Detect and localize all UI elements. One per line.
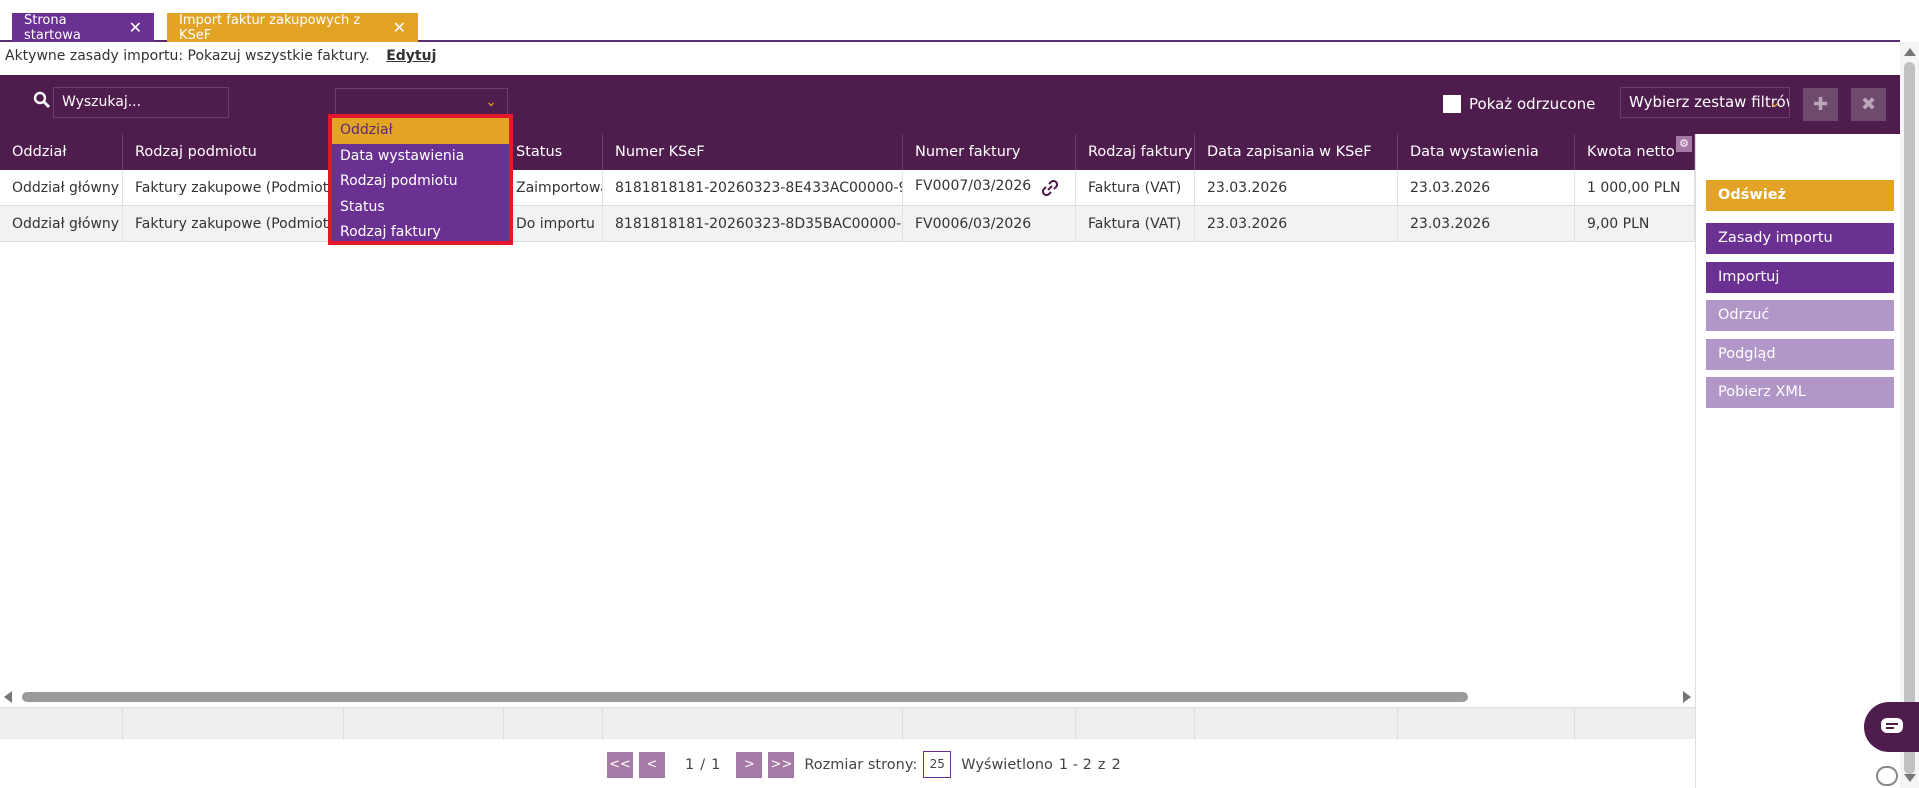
grid-toolbar: Wyszukaj... ⌄ Pokaż odrzucone Wybierz ze…: [0, 75, 1900, 134]
pagination: << < 1 / 1 > >> Rozmiar strony: 25 Wyświ…: [607, 751, 1121, 778]
table-row[interactable]: Oddział główny Faktury zakupowe (Podmiot…: [0, 206, 1695, 242]
cell-issue-date: 23.03.2026: [1398, 170, 1575, 206]
cell-invoice-type: Faktura (VAT): [1076, 206, 1195, 242]
download-xml-button[interactable]: Pobierz XML: [1706, 377, 1894, 408]
active-rules: Aktywne zasady importu: Pokazuj wszystki…: [5, 48, 436, 64]
next-page-button[interactable]: >: [736, 751, 763, 778]
column-header[interactable]: Status: [504, 134, 603, 170]
dropdown-option[interactable]: Data wystawienia: [332, 144, 509, 170]
column-header[interactable]: Data zapisania w KSeF: [1195, 134, 1398, 170]
column-header[interactable]: Numer KSeF: [603, 134, 903, 170]
shown-label: Wyświetlono: [961, 756, 1053, 773]
cell-invoice-type: Faktura (VAT): [1076, 170, 1195, 206]
cell-invoice-number: FV0006/03/2026: [903, 206, 1076, 242]
cell-branch: Oddział główny: [0, 206, 123, 242]
prev-page-button[interactable]: <: [639, 751, 665, 778]
search-icon: [33, 91, 50, 108]
tab-home[interactable]: Strona startowa ✕: [12, 12, 154, 43]
close-icon[interactable]: ✕: [129, 18, 142, 37]
add-filter-button[interactable]: ✚: [1803, 88, 1838, 121]
chevron-down-icon: ⌄: [485, 94, 497, 110]
filter-set-select[interactable]: Wybierz zestaw filtrów ⌄: [1620, 87, 1790, 118]
chevron-down-icon: ⌄: [1768, 93, 1781, 111]
group-by-dropdown: Oddział Data wystawienia Rodzaj podmiotu…: [328, 114, 513, 245]
preview-button[interactable]: Podgląd: [1706, 339, 1894, 370]
x-icon: ✖: [1860, 94, 1877, 115]
of-label: z: [1097, 756, 1106, 773]
scroll-left-icon[interactable]: [4, 691, 12, 703]
refresh-button[interactable]: Odśwież: [1706, 180, 1894, 211]
plus-icon: ✚: [1812, 94, 1829, 115]
cell-net-amount: 9,00 PLN: [1575, 206, 1695, 242]
cell-ksef-number: 8181818181-20260323-8D35BAC00000-1C: [603, 206, 903, 242]
cell-branch: Oddział główny: [0, 170, 123, 206]
search-input[interactable]: Wyszukaj...: [53, 87, 229, 118]
tab-home-label: Strona startowa: [24, 12, 81, 43]
filter-set-label: Wybierz zestaw filtrów: [1629, 93, 1790, 111]
grid-summary-row: [0, 707, 1695, 740]
column-header[interactable]: Oddział: [0, 134, 123, 170]
column-header[interactable]: Numer faktury: [903, 134, 1076, 170]
page-separator: /: [700, 756, 706, 773]
chat-mini-icon[interactable]: [1876, 766, 1898, 786]
total-pages: 1: [711, 756, 721, 773]
dropdown-option[interactable]: Oddział: [332, 118, 509, 144]
table-row[interactable]: Oddział główny Faktury zakupowe (Podmiot…: [0, 170, 1695, 206]
cell-status: Zaimportowana: [504, 170, 603, 206]
cell-issue-date: 23.03.2026: [1398, 206, 1575, 242]
grid-header: Oddział Rodzaj podmiotu Status Numer KSe…: [0, 134, 1695, 170]
dropdown-option[interactable]: Status: [332, 195, 509, 221]
current-page: 1: [685, 756, 695, 773]
cell-status: Do importu: [504, 206, 603, 242]
cell-entity-type: Faktury zakupowe (Podmiot 2): [123, 206, 344, 242]
edit-rules-link[interactable]: Edytuj: [386, 48, 436, 64]
group-by-select[interactable]: ⌄: [335, 88, 508, 115]
import-button[interactable]: Importuj: [1706, 262, 1894, 293]
show-rejected-toggle[interactable]: Pokaż odrzucone: [1443, 95, 1595, 113]
vertical-scrollbar[interactable]: [1900, 42, 1919, 788]
close-icon[interactable]: ✕: [393, 18, 406, 37]
cell-ksef-number: 8181818181-20260323-8E433AC00000-9B: [603, 170, 903, 206]
scroll-up-icon[interactable]: [1904, 48, 1916, 56]
link-icon[interactable]: [1042, 180, 1058, 196]
column-header[interactable]: Rodzaj podmiotu: [123, 134, 344, 170]
scroll-down-icon[interactable]: [1904, 774, 1916, 782]
dropdown-option[interactable]: Rodzaj faktury: [332, 220, 509, 246]
chat-icon: [1881, 718, 1903, 733]
tab-ksef-import-label: Import faktur zakupowych z KSeF: [179, 12, 361, 43]
dropdown-option[interactable]: Rodzaj podmiotu: [332, 169, 509, 195]
tab-bar: Strona startowa ✕ Import faktur zakupowy…: [0, 0, 1900, 43]
column-settings-icon[interactable]: ⚙: [1676, 136, 1692, 152]
page-size-input[interactable]: 25: [923, 751, 952, 778]
active-rules-text: Aktywne zasady importu: Pokazuj wszystki…: [5, 48, 370, 64]
scroll-thumb[interactable]: [1904, 62, 1915, 774]
shown-range: 1 - 2: [1058, 756, 1092, 773]
cell-entity-type: Faktury zakupowe (Podmiot 2): [123, 170, 344, 206]
column-header[interactable]: Data wystawienia: [1398, 134, 1575, 170]
total-count: 2: [1111, 756, 1121, 773]
invoice-number-text: FV0007/03/2026: [915, 178, 1032, 194]
first-page-button[interactable]: <<: [607, 751, 633, 778]
cell-net-amount: 1 000,00 PLN: [1575, 170, 1695, 206]
tab-ksef-import[interactable]: Import faktur zakupowych z KSeF ✕: [167, 12, 418, 43]
reject-button[interactable]: Odrzuć: [1706, 300, 1894, 331]
scroll-thumb[interactable]: [22, 692, 1468, 702]
import-rules-button[interactable]: Zasady importu: [1706, 223, 1894, 254]
column-header[interactable]: Rodzaj faktury: [1076, 134, 1195, 170]
cell-ksef-date: 23.03.2026: [1195, 206, 1398, 242]
clear-filter-button[interactable]: ✖: [1851, 88, 1886, 121]
actions-panel: Odśwież Zasady importu Importuj Odrzuć P…: [1695, 134, 1900, 788]
show-rejected-label: Pokaż odrzucone: [1469, 95, 1596, 113]
cell-ksef-date: 23.03.2026: [1195, 170, 1398, 206]
scroll-right-icon[interactable]: [1683, 691, 1691, 703]
page-size-label: Rozmiar strony:: [804, 756, 918, 773]
chat-button[interactable]: [1864, 702, 1919, 752]
last-page-button[interactable]: >>: [768, 751, 795, 778]
show-rejected-checkbox[interactable]: [1443, 95, 1461, 113]
horizontal-scrollbar[interactable]: [0, 688, 1695, 705]
